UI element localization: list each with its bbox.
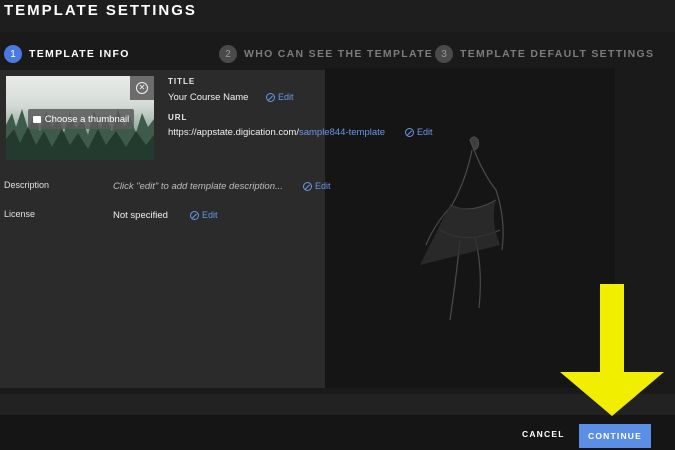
- choose-thumbnail-button[interactable]: Choose a thumbnail: [28, 109, 134, 129]
- edit-title-button[interactable]: Edit: [266, 92, 294, 102]
- edit-icon: [190, 210, 199, 220]
- description-placeholder: Click "edit" to add template description…: [113, 181, 283, 192]
- edit-icon: [405, 127, 414, 137]
- step-label-template-info: TEMPLATE INFO: [29, 48, 130, 60]
- edit-license-button[interactable]: Edit: [190, 210, 218, 220]
- step-template-info[interactable]: 1 TEMPLATE INFO: [4, 44, 130, 64]
- edit-description-button[interactable]: Edit: [303, 181, 331, 191]
- edit-title-label: Edit: [278, 92, 294, 102]
- step-default-settings[interactable]: 3 TEMPLATE DEFAULT SETTINGS: [435, 44, 654, 64]
- step-who-can-see[interactable]: 2 WHO CAN SEE THE TEMPLATE: [219, 44, 433, 64]
- edit-url-button[interactable]: Edit: [405, 127, 433, 137]
- thumbnail-preview: ✕ Choose a thumbnail: [6, 76, 154, 160]
- step-number-1: 1: [4, 45, 22, 63]
- close-circle-icon: ✕: [136, 82, 148, 94]
- title-label: TITLE: [168, 77, 196, 86]
- edit-icon: [266, 92, 275, 102]
- step-number-2: 2: [219, 45, 237, 63]
- step-label-default-settings: TEMPLATE DEFAULT SETTINGS: [460, 48, 655, 60]
- edit-description-label: Edit: [315, 181, 331, 191]
- cancel-button[interactable]: CANCEL: [522, 426, 565, 442]
- description-label: Description: [4, 180, 50, 190]
- down-arrow-icon: [560, 284, 664, 416]
- edit-license-label: Edit: [202, 210, 218, 220]
- choose-thumbnail-label: Choose a thumbnail: [44, 113, 130, 125]
- edit-icon: [303, 181, 312, 191]
- page-title: TEMPLATE SETTINGS: [4, 2, 197, 19]
- edit-url-label: Edit: [417, 127, 433, 137]
- modal-footer: [0, 415, 675, 450]
- url-slug[interactable]: sample844-template: [299, 127, 385, 138]
- url-label: URL: [168, 113, 188, 122]
- url-value: https://appstate.digication.com/sample84…: [168, 127, 385, 138]
- title-value: Your Course Name: [168, 92, 249, 103]
- continue-button[interactable]: CONTINUE: [579, 424, 651, 448]
- license-value: Not specified: [113, 210, 168, 221]
- step-label-who-can-see: WHO CAN SEE THE TEMPLATE: [244, 48, 434, 60]
- image-icon: [32, 115, 41, 123]
- step-indicator: 1 TEMPLATE INFO 2 WHO CAN SEE THE TEMPLA…: [0, 44, 675, 66]
- modal-header: TEMPLATE SETTINGS: [0, 0, 675, 32]
- url-prefix: https://appstate.digication.com/: [168, 127, 299, 138]
- dancer-image: [420, 136, 504, 321]
- step-number-3: 3: [435, 45, 453, 63]
- license-label: License: [4, 209, 36, 219]
- remove-thumbnail-button[interactable]: ✕: [130, 76, 154, 100]
